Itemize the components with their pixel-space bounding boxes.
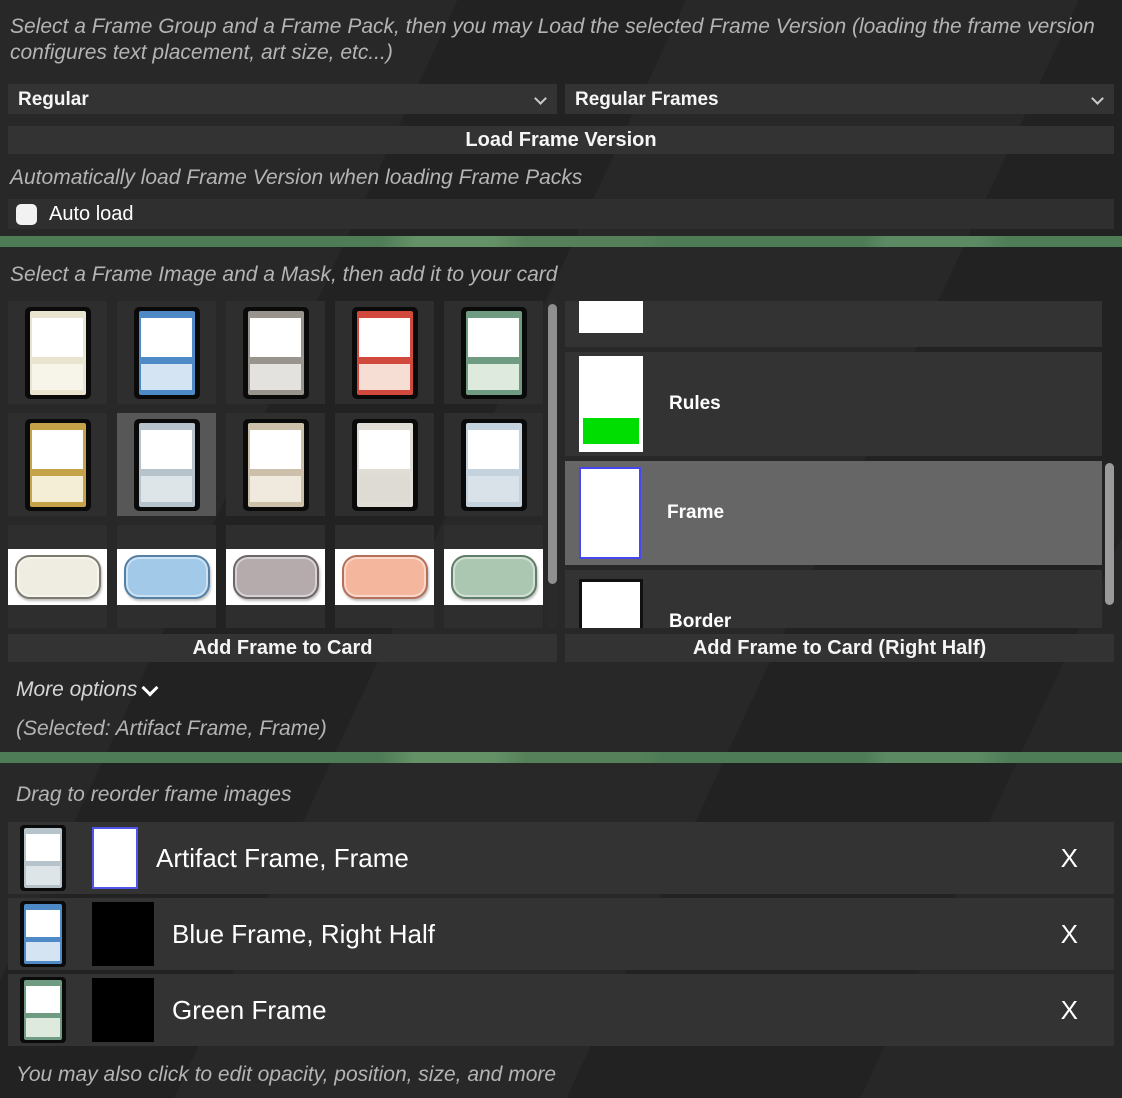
mask-label: Border [669,611,731,628]
remove-frame-button[interactable]: X [1061,919,1078,950]
scrollbar-thumb[interactable] [1105,463,1114,605]
layer-frame-thumbnail [20,977,66,1043]
frame-thumbnail-steel-frame[interactable] [444,413,543,516]
add-frame-right-half-button[interactable]: Add Frame to Card (Right Half) [565,634,1114,662]
frame-thumbnail-green-frame[interactable] [444,301,543,404]
auto-load-row[interactable]: Auto load [8,199,1114,229]
selected-frame-note: (Selected: Artifact Frame, Frame) [8,716,1114,742]
layer-label: Blue Frame, Right Half [172,919,1061,950]
drag-reorder-instruction: Drag to reorder frame images [8,782,1114,808]
frame-thumbnail-bone-frame[interactable] [226,413,325,516]
layer-label: Green Frame [172,995,1061,1026]
load-frame-version-button[interactable]: Load Frame Version [8,126,1114,154]
green-divider [0,236,1122,247]
remove-frame-button[interactable]: X [1061,843,1078,874]
mask-panel: Rules Frame Border [565,301,1114,628]
layer-mask-thumbnail [92,978,154,1042]
mask-thumbnail-rules [579,356,643,452]
frame-mask-panels: Rules Frame Border [8,301,1114,628]
add-frame-to-card-button[interactable]: Add Frame to Card [8,634,557,662]
more-options-label: More options [16,678,137,702]
frame-thumbnail-green-pt-pill[interactable] [444,525,543,628]
remove-frame-button[interactable]: X [1061,995,1078,1026]
auto-load-checkbox[interactable] [16,204,37,225]
frame-pack-select[interactable]: Regular Frames [565,84,1114,114]
mask-label: Frame [667,502,724,524]
mask-thumbnail-full [579,301,643,333]
mask-item-full[interactable] [565,301,1102,347]
frame-editor-page: Select a Frame Group and a Frame Pack, t… [0,0,1122,1098]
auto-load-label: Auto load [49,203,134,226]
mask-thumbnail-border [579,579,643,628]
more-options-toggle[interactable]: More options [8,678,1114,702]
layer-row[interactable]: Artifact Frame, FrameX [8,822,1114,894]
scrollbar-thumb[interactable] [548,304,557,584]
add-frame-button-row: Add Frame to Card Add Frame to Card (Rig… [8,634,1114,662]
frame-pack-select-wrap: Regular Frames [565,84,1114,114]
frame-thumbnail-plain-frame[interactable] [335,413,434,516]
frame-thumbnail-gold-frame[interactable] [8,413,107,516]
mask-thumbnail-frame [579,467,641,559]
layer-frame-thumbnail [20,825,66,891]
mask-item-border[interactable]: Border [565,570,1102,628]
frame-group-select-wrap: Regular [8,84,557,114]
frame-thumbnail-blue-pt-pill[interactable] [117,525,216,628]
frame-thumbnail-red-pt-pill[interactable] [335,525,434,628]
frame-thumbnail-artifact-frame[interactable] [117,413,216,516]
mask-item-frame[interactable]: Frame [565,461,1102,565]
edit-hint-note: You may also click to edit opacity, posi… [8,1062,1114,1088]
layer-mask-thumbnail [92,902,154,966]
mask-list: Rules Frame Border [565,301,1114,628]
layer-frame-thumbnail [20,901,66,967]
chevron-down-icon [142,680,159,697]
mask-item-rules[interactable]: Rules [565,352,1102,456]
frame-thumbnail-blue-frame[interactable] [117,301,216,404]
frame-thumbnail-white-pt-pill[interactable] [8,525,107,628]
frame-mask-instruction: Select a Frame Image and a Mask, then ad… [8,262,1114,288]
frame-image-panel [8,301,557,628]
layer-row[interactable]: Blue Frame, Right HalfX [8,898,1114,970]
green-divider [0,752,1122,763]
frame-version-instruction: Select a Frame Group and a Frame Pack, t… [8,14,1114,66]
frame-thumbnail-gray-pt-pill[interactable] [226,525,325,628]
frame-group-select[interactable]: Regular [8,84,557,114]
layer-list: Artifact Frame, FrameXBlue Frame, Right … [8,822,1114,1046]
frame-select-row: Regular Regular Frames [8,84,1114,114]
auto-load-note: Automatically load Frame Version when lo… [8,165,1114,191]
frame-thumbnail-red-frame[interactable] [335,301,434,404]
layer-row[interactable]: Green FrameX [8,974,1114,1046]
layer-mask-thumbnail [92,827,138,889]
frame-thumbnail-white-frame[interactable] [8,301,107,404]
mask-label: Rules [669,393,721,415]
frame-grid [8,301,543,628]
frame-thumbnail-gray-frame[interactable] [226,301,325,404]
frame-grid-scrollbar[interactable] [548,301,557,628]
layer-label: Artifact Frame, Frame [156,843,1061,874]
